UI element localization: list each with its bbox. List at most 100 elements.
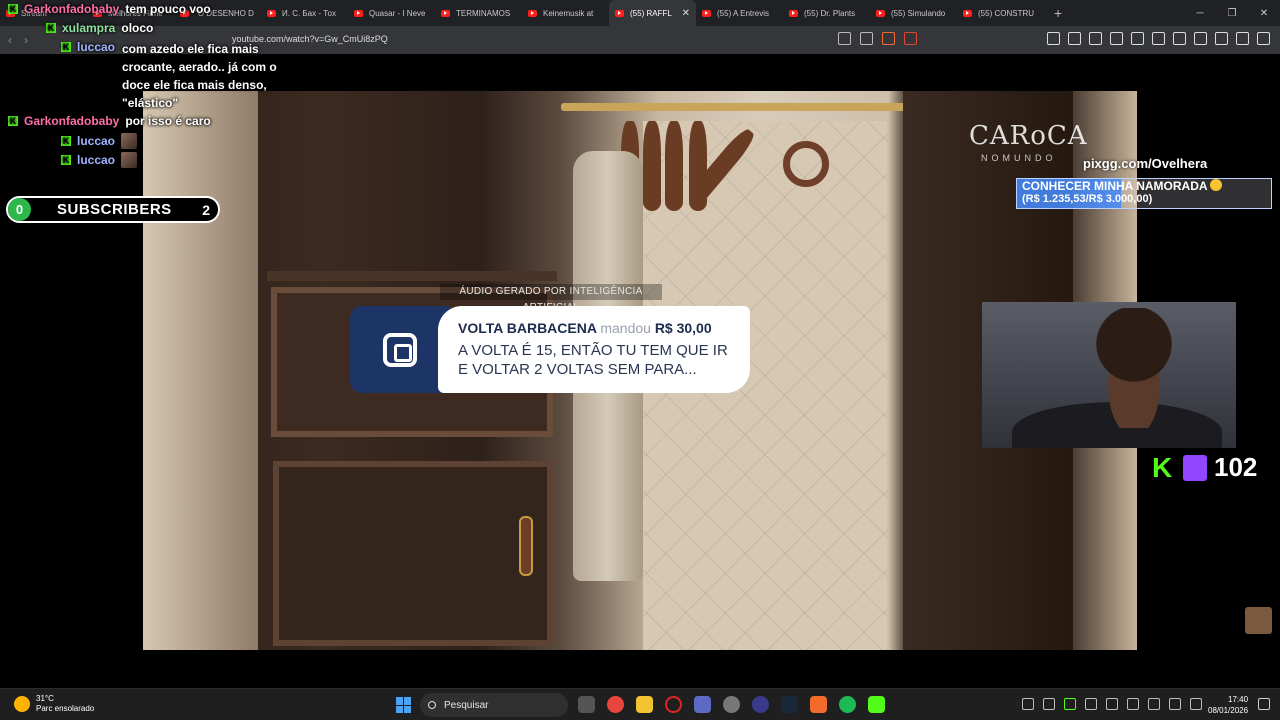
tab-3[interactable]: И. С. Бах - Тоx [261,0,348,26]
start-button[interactable] [396,697,412,713]
extension-icon[interactable] [1047,32,1060,45]
chat-text: oloco [121,21,154,35]
video-scene [561,103,957,111]
vpn-icon[interactable] [1236,32,1249,45]
tray-app-icon[interactable] [1085,698,1097,710]
task-view-icon[interactable] [578,696,595,713]
goal-title-row: CONHECER MINHA NAMORADA [1022,179,1266,193]
chat-username: Garkonfadobaby [24,2,120,16]
close-window-icon[interactable]: ✕ [1248,8,1280,19]
chat-text: com azedo ele fica mais crocante, aerado… [122,42,277,110]
youtube-icon [615,9,624,17]
weather-widget[interactable]: 31°C Parc ensolarado [14,694,94,714]
notification-icon[interactable] [1258,698,1270,710]
chrome-icon[interactable] [607,696,624,713]
back-icon[interactable]: ‹ [8,33,12,47]
spotify-icon[interactable] [839,696,856,713]
chat-message: K luccao [61,152,138,168]
extension-icon[interactable] [1068,32,1081,45]
chevron-up-icon[interactable] [1022,698,1034,710]
weather-text: 31°C Parc ensolarado [36,694,94,714]
close-tab-icon[interactable]: ✕ [682,8,690,19]
new-tab-button[interactable]: + [1054,5,1074,21]
file-explorer-icon[interactable] [636,696,653,713]
youtube-icon [876,9,885,17]
tab-10[interactable]: (55) Simulando [870,0,957,26]
subscribers-counter: 0 SUBSCRIBERS 2 [6,196,220,223]
sun-icon [14,696,30,712]
steam-icon[interactable] [781,696,798,713]
chat-message: K xulampra oloco [46,21,153,35]
minimize-icon[interactable]: ─ [1184,8,1216,19]
taskbar-apps [578,696,885,713]
chat-text: tem pouco voo [125,2,211,16]
twitch-logo-icon [1183,454,1207,481]
video-scene [665,121,683,211]
tray-app-icon[interactable] [1106,698,1118,710]
weather-condition: Parc ensolarado [36,704,95,713]
network-icon[interactable] [1169,698,1181,710]
alert-sender: VOLTA BARBACENA [458,320,597,336]
clock-date: 08/01/2026 [1208,706,1249,715]
wallet-icon[interactable] [1215,32,1228,45]
taskbar-clock[interactable]: 17:40 08/01/2026 [1208,694,1248,716]
pix-link: pixgg.com/Ovelhera [1083,156,1208,171]
tray-app-icon[interactable] [1064,698,1076,710]
follower-counter: K 102 [1152,452,1257,483]
brave-shield-icon[interactable] [882,32,895,45]
tab-9[interactable]: (55) Dr. Plants [783,0,870,26]
youtube-icon [354,9,363,17]
taskbar-search[interactable]: Pesquisar [420,693,568,717]
extension-icon[interactable] [1110,32,1123,45]
microphone-icon[interactable] [1148,698,1160,710]
brave-icon[interactable] [810,696,827,713]
menu-icon[interactable] [1257,32,1270,45]
volume-icon[interactable] [1190,698,1202,710]
extension-icon[interactable] [1089,32,1102,45]
chat-message: K luccao [61,133,138,149]
tab-active[interactable]: (55) RAFFL ✕ [609,0,696,26]
alert-verb: mandou [600,320,651,336]
tray-app-icon[interactable] [1043,698,1055,710]
goal-title: CONHECER MINHA NAMORADA [1022,179,1208,193]
tab-4[interactable]: Quasar - I Neve [348,0,435,26]
youtube-icon [267,9,276,17]
alert-card: VOLTA BARBACENA mandou R$ 30,00 A VOLTA … [438,306,750,393]
tab-11[interactable]: (55) CONSTRU [957,0,1044,26]
alert-message: A VOLTA É 15, ENTÃO TU TEM QUE IR E VOLT… [458,342,728,378]
extensions-bar [1047,32,1270,45]
forward-icon[interactable]: › [24,33,28,47]
alert-icon-box [350,306,450,393]
app-icon[interactable] [723,696,740,713]
kick-icon: K [61,155,71,165]
app-icon[interactable] [868,696,885,713]
youtube-icon [441,9,450,17]
taskbar: 31°C Parc ensolarado Pesquisar 17:40 08/… [0,688,1280,720]
sidebar-icon[interactable] [1194,32,1207,45]
tab-6[interactable]: Keinemusik at [522,0,609,26]
chat-message: K Garkonfadobaby por isso é caro [8,114,211,128]
share-icon[interactable] [860,32,873,45]
chat-username: xulampra [62,21,116,35]
cast-icon[interactable] [838,32,851,45]
webcam-person [1094,308,1174,428]
bluetooth-icon[interactable] [1127,698,1139,710]
app-icon[interactable] [752,696,769,713]
subscribers-label: SUBSCRIBERS [57,201,172,218]
alert-amount: R$ 30,00 [654,320,712,336]
opera-icon[interactable] [665,696,682,713]
tab-5[interactable]: TERMINAMOS [435,0,522,26]
app-icon[interactable] [694,696,711,713]
video-scene [783,141,829,187]
donation-goal: CONHECER MINHA NAMORADA (R$ 1.235,53/R$ … [1016,178,1272,209]
puzzle-icon[interactable] [1152,32,1165,45]
brave-rewards-icon[interactable] [904,32,917,45]
tab-8[interactable]: (55) A Entrevis [696,0,783,26]
video-scene [143,91,258,650]
extension-icon[interactable] [1131,32,1144,45]
media-icon[interactable] [1173,32,1186,45]
chat-username: luccao [77,40,116,54]
window-controls: ─ ❐ ✕ [1184,0,1280,26]
maximize-icon[interactable]: ❐ [1216,8,1248,19]
donation-alert: VOLTA BARBACENA mandou R$ 30,00 A VOLTA … [350,306,750,393]
